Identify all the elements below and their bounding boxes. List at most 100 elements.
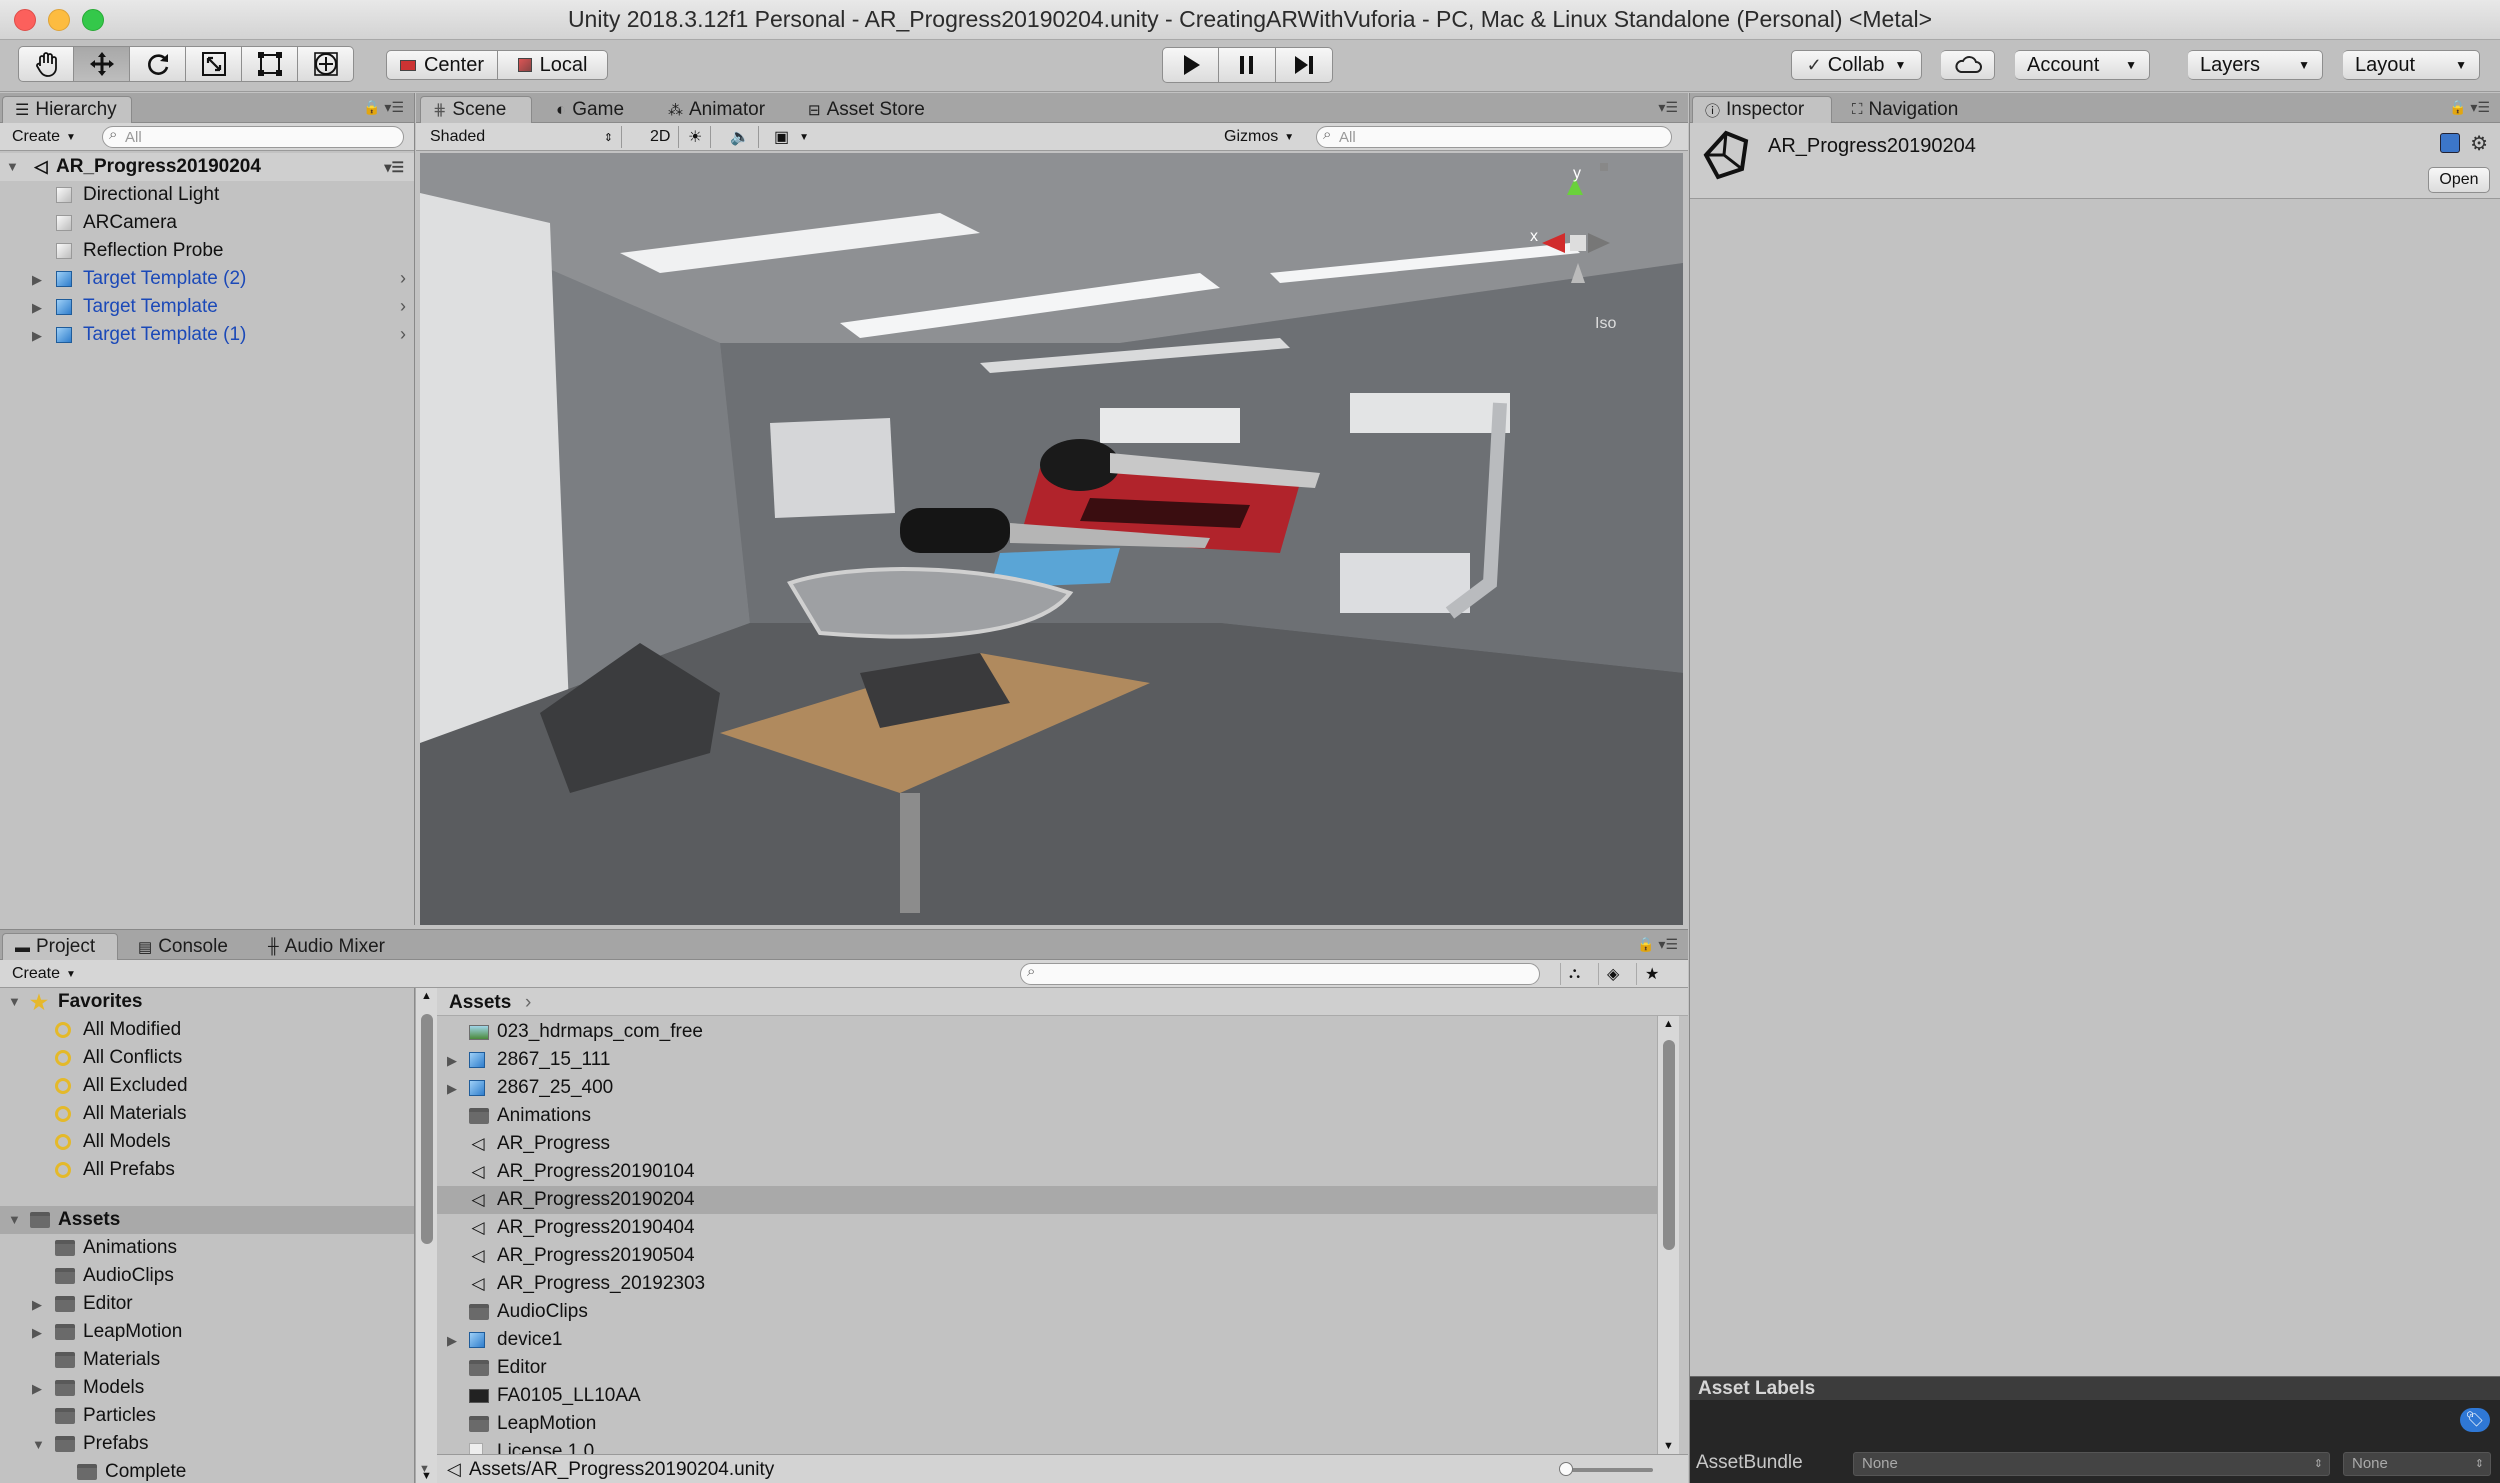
scroll-down-icon[interactable]: ▼ bbox=[419, 1463, 430, 1475]
tab-navigation[interactable]: ⛶ Navigation bbox=[1840, 96, 1970, 123]
expand-arrow-icon[interactable]: ▼ bbox=[6, 159, 19, 174]
tab-audio-mixer[interactable]: ╫ Audio Mixer bbox=[256, 933, 397, 960]
layers-dropdown[interactable]: Layers ▼ bbox=[2188, 50, 2323, 80]
scene-search-input[interactable]: All bbox=[1316, 126, 1672, 148]
expand-arrow-icon[interactable]: ▶ bbox=[447, 1081, 457, 1097]
panel-menu-icon[interactable]: ▾☰ bbox=[1658, 99, 1678, 116]
hierarchy-item[interactable]: ▶ › Target Template (1) bbox=[0, 321, 414, 349]
asset-file-row[interactable]: ▶ 2867_15_111 bbox=[437, 1046, 1657, 1074]
scroll-thumb[interactable] bbox=[1663, 1040, 1675, 1250]
panel-lock-menu-icon[interactable]: 🔒 ▾☰ bbox=[363, 99, 404, 116]
hierarchy-item[interactable]: ARCamera bbox=[0, 209, 414, 237]
project-search-input[interactable] bbox=[1020, 963, 1540, 985]
asset-file-row[interactable]: LeapMotion bbox=[437, 1410, 1657, 1438]
panel-lock-menu-icon[interactable]: 🔒 ▾☰ bbox=[1637, 936, 1678, 953]
scene-effects-dropdown[interactable]: ▣ ▼ bbox=[766, 126, 817, 148]
expand-arrow-icon[interactable]: ▶ bbox=[447, 1333, 457, 1349]
assets-root-row[interactable]: ▼ Assets bbox=[0, 1206, 414, 1234]
shading-mode-dropdown[interactable]: Shaded ⇕ bbox=[422, 126, 622, 148]
asset-folder-item[interactable]: AudioClips bbox=[0, 1262, 414, 1290]
asset-file-row[interactable]: ▶ 2867_25_400 bbox=[437, 1074, 1657, 1102]
favorites-item[interactable]: All Conflicts bbox=[0, 1044, 414, 1072]
gear-icon[interactable]: ⚙ bbox=[2470, 131, 2488, 156]
favorites-item[interactable]: All Materials bbox=[0, 1100, 414, 1128]
minimize-window-button[interactable] bbox=[48, 9, 70, 31]
asset-folder-item[interactable]: Complete bbox=[0, 1458, 414, 1483]
asset-file-row[interactable]: Animations bbox=[437, 1102, 1657, 1130]
collab-dropdown[interactable]: ✓ Collab ▼ bbox=[1791, 50, 1922, 80]
asset-variant-dropdown[interactable]: None ⇕ bbox=[2343, 1452, 2491, 1476]
favorites-item[interactable]: All Excluded bbox=[0, 1072, 414, 1100]
hand-tool-button[interactable] bbox=[18, 46, 74, 82]
play-button[interactable] bbox=[1162, 47, 1219, 83]
account-dropdown[interactable]: Account ▼ bbox=[2015, 50, 2150, 80]
search-by-type-button[interactable]: ⛬ bbox=[1560, 963, 1588, 985]
expand-arrow-icon[interactable]: ▼ bbox=[8, 994, 21, 1009]
favorites-item[interactable]: All Prefabs bbox=[0, 1156, 414, 1184]
asset-file-row[interactable]: 023_hdrmaps_com_free bbox=[437, 1018, 1657, 1046]
scroll-thumb[interactable] bbox=[421, 1014, 433, 1244]
asset-folder-item[interactable]: ▼ Prefabs bbox=[0, 1430, 414, 1458]
scale-tool-button[interactable] bbox=[186, 46, 242, 82]
pivot-local-button[interactable]: Local bbox=[498, 50, 608, 80]
expand-arrow-icon[interactable]: ▶ bbox=[32, 328, 42, 344]
asset-file-row[interactable]: ◁ AR_Progress20190504 bbox=[437, 1242, 1657, 1270]
open-prefab-chevron-icon[interactable]: › bbox=[400, 268, 406, 289]
asset-file-row[interactable]: License 1.0 bbox=[437, 1438, 1657, 1454]
projection-label[interactable]: Iso bbox=[1595, 315, 1616, 332]
rect-tool-button[interactable] bbox=[242, 46, 298, 82]
help-book-icon[interactable] bbox=[2440, 133, 2460, 153]
breadcrumb-assets[interactable]: Assets bbox=[449, 992, 511, 1014]
panel-lock-menu-icon[interactable]: 🔒 ▾☰ bbox=[2449, 99, 2490, 116]
scene-audio-toggle[interactable]: 🔈 bbox=[722, 126, 759, 148]
tab-project[interactable]: ▬ Project bbox=[2, 933, 118, 960]
zoom-window-button[interactable] bbox=[82, 9, 104, 31]
asset-folder-item[interactable]: Materials bbox=[0, 1346, 414, 1374]
asset-bundle-dropdown[interactable]: None ⇕ bbox=[1853, 1452, 2330, 1476]
search-by-label-button[interactable]: ◈ bbox=[1598, 963, 1627, 985]
tab-game[interactable]: ◐ Game bbox=[544, 96, 636, 123]
asset-file-row[interactable]: FA0105_LL10AA bbox=[437, 1382, 1657, 1410]
layout-dropdown[interactable]: Layout ▼ bbox=[2343, 50, 2480, 80]
move-tool-button[interactable] bbox=[74, 46, 130, 82]
scene-menu-icon[interactable]: ▾☰ bbox=[384, 159, 404, 176]
tab-hierarchy[interactable]: ☰ Hierarchy bbox=[2, 96, 132, 123]
icon-size-slider[interactable] bbox=[1559, 1462, 1653, 1476]
asset-folder-item[interactable]: Particles bbox=[0, 1402, 414, 1430]
tab-scene[interactable]: ⋕ Scene bbox=[420, 96, 532, 123]
tag-icon[interactable]: 🏷 bbox=[2460, 1408, 2490, 1432]
gizmos-dropdown[interactable]: Gizmos ▼ bbox=[1216, 126, 1302, 148]
transform-tool-button[interactable] bbox=[298, 46, 354, 82]
favorites-row[interactable]: ▼ ★ Favorites bbox=[0, 988, 414, 1016]
scroll-up-icon[interactable]: ▲ bbox=[1663, 1018, 1674, 1030]
tree-vertical-scrollbar[interactable]: ▲ ▼ bbox=[415, 988, 437, 1483]
tab-console[interactable]: ▤ Console bbox=[126, 933, 240, 960]
open-prefab-chevron-icon[interactable]: › bbox=[400, 296, 406, 317]
pause-button[interactable] bbox=[1219, 47, 1276, 83]
save-search-button[interactable]: ★ bbox=[1636, 963, 1667, 985]
asset-folder-item[interactable]: ▶ Editor bbox=[0, 1290, 414, 1318]
tab-animator[interactable]: ⁂ Animator bbox=[656, 96, 777, 123]
asset-folder-item[interactable]: ▶ LeapMotion bbox=[0, 1318, 414, 1346]
open-prefab-chevron-icon[interactable]: › bbox=[400, 324, 406, 345]
asset-file-row[interactable]: Editor bbox=[437, 1354, 1657, 1382]
expand-arrow-icon[interactable]: ▶ bbox=[32, 1381, 42, 1397]
expand-arrow-icon[interactable]: ▶ bbox=[447, 1053, 457, 1069]
close-window-button[interactable] bbox=[14, 9, 36, 31]
expand-arrow-icon[interactable]: ▶ bbox=[32, 1325, 42, 1341]
hierarchy-search-input[interactable]: All bbox=[102, 126, 404, 148]
expand-arrow-icon[interactable]: ▶ bbox=[32, 272, 42, 288]
asset-file-row[interactable]: ▶ device1 bbox=[437, 1326, 1657, 1354]
hierarchy-item[interactable]: Reflection Probe bbox=[0, 237, 414, 265]
hierarchy-item[interactable]: ▶ › Target Template bbox=[0, 293, 414, 321]
scroll-down-icon[interactable]: ▼ bbox=[1663, 1440, 1674, 1452]
scene-viewport[interactable]: y x Iso bbox=[420, 153, 1683, 925]
asset-folder-item[interactable]: ▶ Models bbox=[0, 1374, 414, 1402]
hierarchy-item[interactable]: ▶ › Target Template (2) bbox=[0, 265, 414, 293]
expand-arrow-icon[interactable]: ▼ bbox=[8, 1212, 21, 1227]
step-button[interactable] bbox=[1276, 47, 1333, 83]
asset-folder-item[interactable]: Animations bbox=[0, 1234, 414, 1262]
open-button[interactable]: Open bbox=[2428, 167, 2490, 193]
asset-file-row[interactable]: ◁ AR_Progress20190404 bbox=[437, 1214, 1657, 1242]
hierarchy-item[interactable]: Directional Light bbox=[0, 181, 414, 209]
